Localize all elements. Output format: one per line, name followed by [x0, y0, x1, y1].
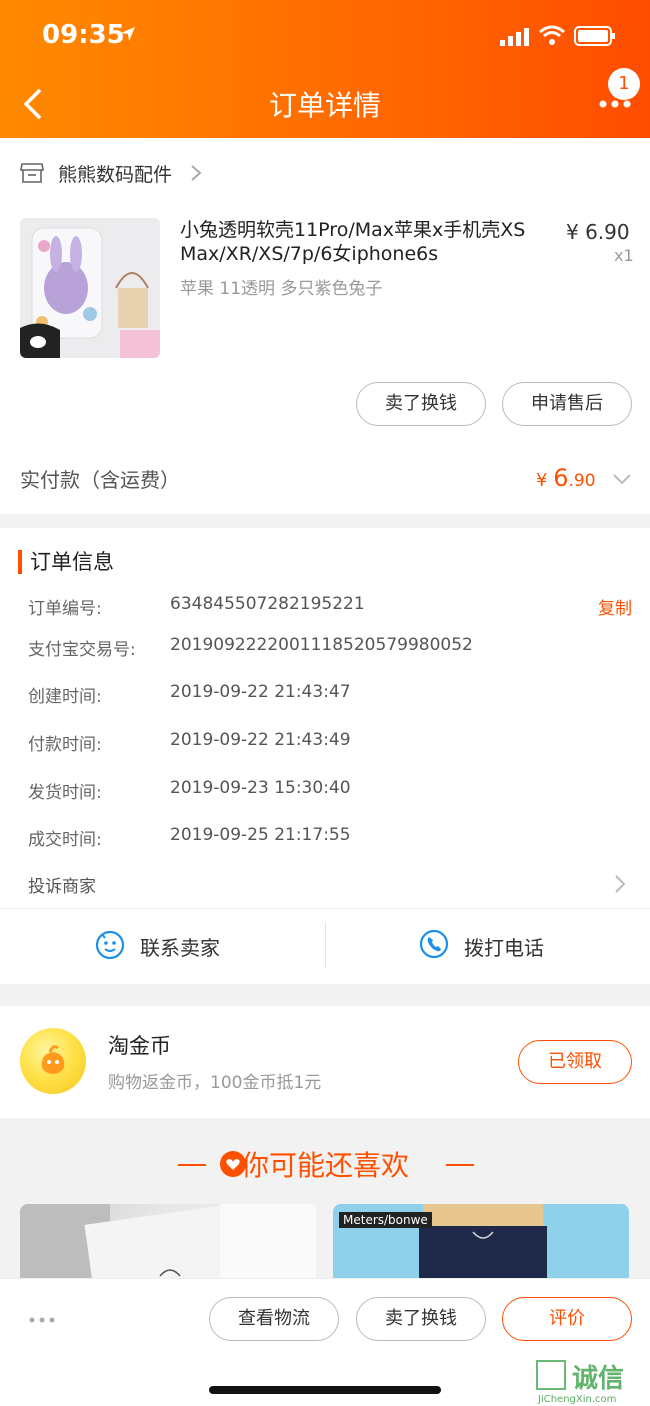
after-sale-button[interactable]: 申请售后 [502, 382, 632, 426]
store-icon [20, 163, 44, 183]
sell-for-cash-button[interactable]: 卖了换钱 [356, 1297, 486, 1341]
divider [0, 908, 650, 909]
order-info-title: 订单信息 [30, 550, 114, 574]
cellular-signal-icon [500, 28, 529, 46]
info-value: 2019092222001118520579980052 [170, 635, 473, 655]
watermark-text: 诚信 [572, 1364, 625, 1394]
contact-seller-label: 联系卖家 [140, 936, 220, 960]
order-product-card: 熊熊数码配件 小兔透明软壳11Pro/Max苹果x手机壳XS Max/XR/XS… [0, 138, 650, 514]
review-button[interactable]: 评价 [502, 1297, 632, 1341]
info-value: 634845507282195221 [170, 594, 365, 614]
taojinbi-card: 淘金币 购物返金币，100金币抵1元 已领取 [0, 1006, 650, 1118]
info-label: 发货时间: [28, 783, 102, 803]
nav-header: 09:35 订单详情 1 [0, 0, 650, 138]
chevron-right-icon [191, 165, 202, 181]
brand-tag: Meters/bonwe [339, 1212, 432, 1228]
view-logistics-button[interactable]: 查看物流 [209, 1297, 339, 1341]
notification-badge[interactable]: 1 [608, 68, 640, 100]
wifi-icon [539, 25, 565, 45]
product-sku: 苹果 11透明 多只紫色兔子 [180, 279, 383, 299]
gold-coin-icon [20, 1028, 86, 1094]
status-bar: 09:35 [0, 0, 650, 72]
info-label: 创建时间: [28, 687, 102, 707]
call-phone-label: 拨打电话 [464, 936, 544, 960]
watermark-url: JiChengXin.com [538, 1394, 617, 1405]
section-accent-bar [18, 550, 22, 574]
info-label: 支付宝交易号: [28, 640, 136, 660]
shop-row[interactable]: 熊熊数码配件 [0, 138, 650, 208]
watermark-logo [536, 1360, 566, 1390]
completed-time-row: 成交时间: 2019-09-25 21:17:55 [28, 825, 632, 855]
chevron-right-icon [615, 875, 626, 893]
phone-icon [419, 929, 449, 959]
coin-title: 淘金币 [108, 1034, 171, 1058]
product-image [20, 218, 160, 358]
info-label: 付款时间: [28, 735, 102, 755]
product-name[interactable]: 小兔透明软壳11Pro/Max苹果x手机壳XS Max/XR/XS/7p/6女i… [180, 218, 560, 266]
recommend-title: 你可能还喜欢 [240, 1149, 409, 1182]
copy-button[interactable]: 复制 [598, 594, 632, 619]
shop-name: 熊熊数码配件 [58, 164, 173, 186]
payment-decimal: .90 [568, 471, 596, 491]
shipped-time-row: 发货时间: 2019-09-23 15:30:40 [28, 778, 632, 808]
payment-integer: 6 [553, 464, 569, 492]
info-label: 订单编号: [28, 599, 102, 619]
coin-subtitle: 购物返金币，100金币抵1元 [108, 1073, 322, 1093]
home-indicator[interactable] [209, 1386, 441, 1394]
divider [325, 922, 326, 968]
battery-icon [574, 26, 615, 46]
chevron-down-icon[interactable] [612, 472, 632, 486]
alipay-trade-row: 支付宝交易号: 2019092222001118520579980052 [28, 635, 632, 665]
order-number-row: 订单编号: 634845507282195221 复制 [28, 594, 632, 624]
sell-for-cash-button[interactable]: 卖了换钱 [356, 382, 486, 426]
payment-label: 实付款（含运费） [20, 468, 180, 492]
product-quantity: x1 [614, 246, 634, 265]
page-title: 订单详情 [268, 89, 381, 122]
info-value: 2019-09-22 21:43:49 [170, 730, 351, 750]
info-value: 2019-09-23 15:30:40 [170, 778, 351, 798]
created-time-row: 创建时间: 2019-09-22 21:43:47 [28, 682, 632, 712]
chat-face-icon [95, 930, 125, 960]
info-value: 2019-09-25 21:17:55 [170, 825, 351, 845]
coins-claimed-button[interactable]: 已领取 [518, 1040, 632, 1084]
info-label: 成交时间: [28, 830, 102, 850]
complain-seller-link[interactable]: 投诉商家 [28, 872, 96, 897]
more-dots-icon[interactable] [28, 1315, 56, 1325]
status-time: 09:35 [42, 20, 125, 50]
location-arrow-icon [121, 27, 135, 41]
paid-time-row: 付款时间: 2019-09-22 21:43:49 [28, 730, 632, 760]
product-thumbnail[interactable] [20, 218, 160, 358]
product-price: ¥ 6.90 [566, 220, 630, 244]
order-info-card: 订单信息 订单编号: 634845507282195221 复制 支付宝交易号:… [0, 528, 650, 984]
payment-amount: ¥ 6.90 [536, 464, 596, 492]
payment-currency: ¥ [536, 470, 554, 491]
info-value: 2019-09-22 21:43:47 [170, 682, 351, 702]
title-decoration-line [446, 1164, 474, 1166]
